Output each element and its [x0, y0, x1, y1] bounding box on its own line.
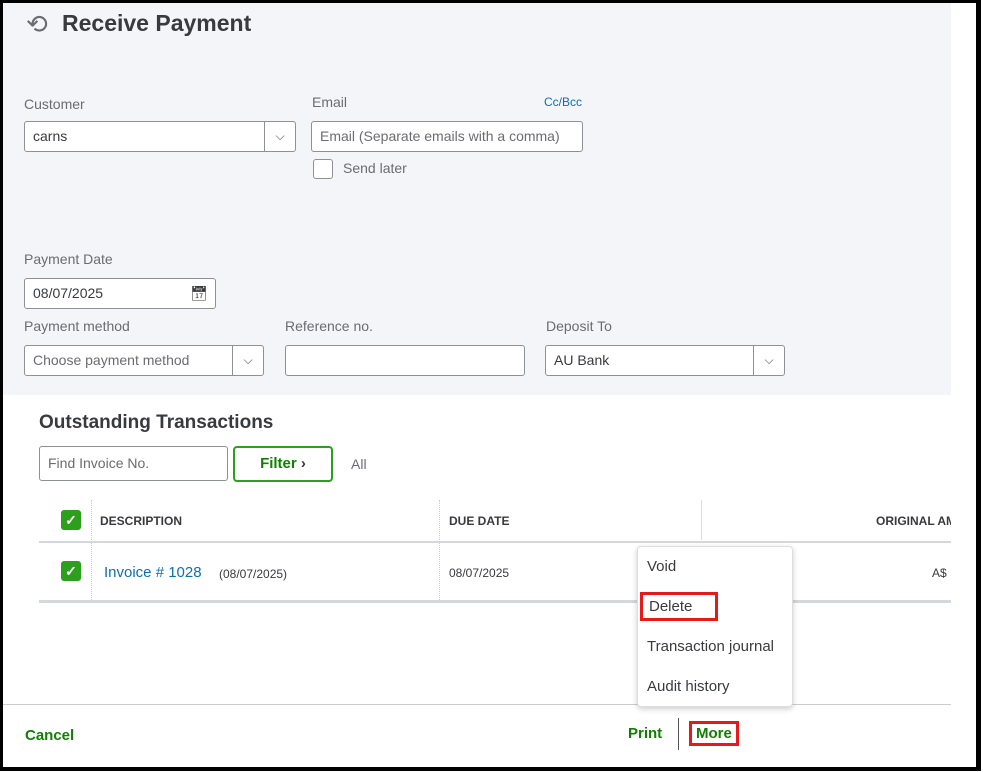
screenshot-frame: [0, 0, 981, 771]
